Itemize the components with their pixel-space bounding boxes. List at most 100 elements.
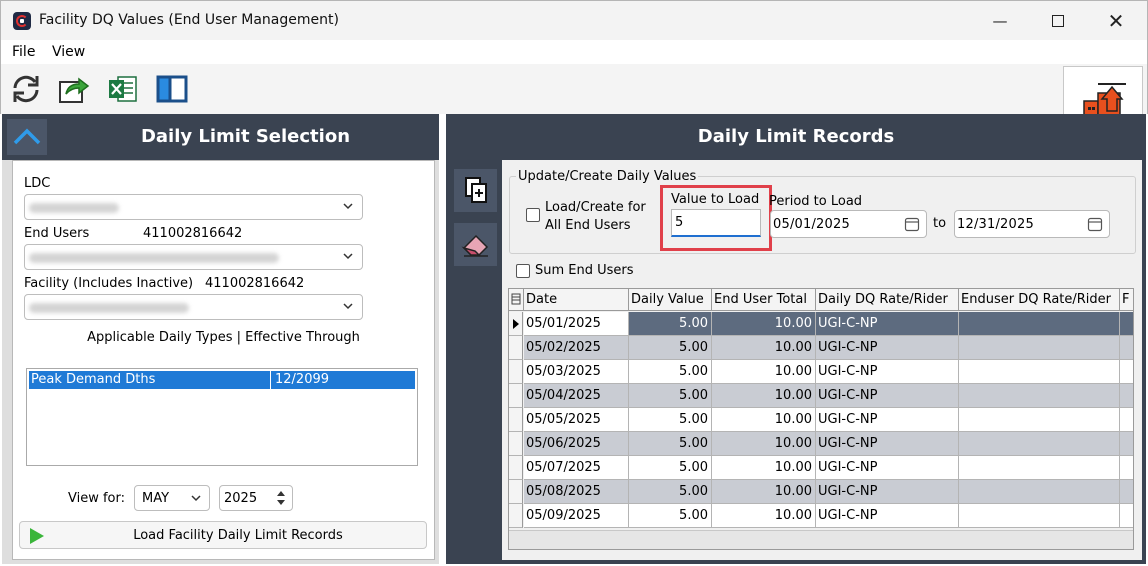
cell-end-user-total[interactable]: 10.00 <box>712 312 816 336</box>
month-select[interactable]: MAY <box>134 485 210 511</box>
cell-date[interactable]: 05/09/2025 <box>524 504 629 528</box>
cell-daily-value[interactable]: 5.00 <box>629 360 712 384</box>
cell-daily-value[interactable]: 5.00 <box>629 336 712 360</box>
table-row[interactable]: 05/02/2025 5.00 10.00 UGI-C-NP <box>509 336 1133 360</box>
period-to-input[interactable]: 12/31/2025 <box>954 210 1110 238</box>
table-row[interactable]: 05/07/2025 5.00 10.00 UGI-C-NP <box>509 456 1133 480</box>
cell-f[interactable] <box>1120 456 1133 480</box>
cell-daily-dq-rate[interactable]: UGI-C-NP <box>816 504 959 528</box>
export-button[interactable] <box>57 72 91 106</box>
table-row[interactable]: 05/06/2025 5.00 10.00 UGI-C-NP <box>509 432 1133 456</box>
year-spinner[interactable]: 2025 <box>219 485 293 511</box>
cell-date[interactable]: 05/06/2025 <box>524 432 629 456</box>
maximize-button[interactable] <box>1035 5 1081 37</box>
cell-f[interactable] <box>1120 312 1133 336</box>
column-header-daily-dq-rate[interactable]: Daily DQ Rate/Rider <box>816 289 959 311</box>
table-row[interactable]: 05/08/2025 5.00 10.00 UGI-C-NP <box>509 480 1133 504</box>
cell-daily-dq-rate[interactable]: UGI-C-NP <box>816 312 959 336</box>
cell-end-user-total[interactable]: 10.00 <box>712 504 816 528</box>
cell-date[interactable]: 05/02/2025 <box>524 336 629 360</box>
cell-daily-value[interactable]: 5.00 <box>629 480 712 504</box>
cell-f[interactable] <box>1120 336 1133 360</box>
cell-enduser-dq-rate[interactable] <box>959 312 1120 336</box>
cell-enduser-dq-rate[interactable] <box>959 504 1120 528</box>
cell-enduser-dq-rate[interactable] <box>959 336 1120 360</box>
end-users-select[interactable] <box>24 244 363 270</box>
table-row[interactable]: 05/09/2025 5.00 10.00 UGI-C-NP <box>509 504 1133 528</box>
load-records-button[interactable]: Load Facility Daily Limit Records <box>19 521 427 549</box>
cell-daily-dq-rate[interactable]: UGI-C-NP <box>816 480 959 504</box>
cell-enduser-dq-rate[interactable] <box>959 384 1120 408</box>
load-all-end-users-checkbox[interactable] <box>526 208 540 222</box>
cell-end-user-total[interactable]: 10.00 <box>712 336 816 360</box>
cell-f[interactable] <box>1120 432 1133 456</box>
cell-daily-value[interactable]: 5.00 <box>629 312 712 336</box>
cell-enduser-dq-rate[interactable] <box>959 360 1120 384</box>
cell-daily-value[interactable]: 5.00 <box>629 432 712 456</box>
cell-daily-dq-rate[interactable]: UGI-C-NP <box>816 384 959 408</box>
column-header-end-user-total[interactable]: End User Total <box>712 289 816 311</box>
cell-enduser-dq-rate[interactable] <box>959 408 1120 432</box>
cell-f[interactable] <box>1120 384 1133 408</box>
cell-f[interactable] <box>1120 408 1133 432</box>
cell-date[interactable]: 05/04/2025 <box>524 384 629 408</box>
cell-f[interactable] <box>1120 480 1133 504</box>
cell-enduser-dq-rate[interactable] <box>959 432 1120 456</box>
menu-file[interactable]: File <box>12 44 35 60</box>
sum-end-users-checkbox[interactable] <box>516 264 530 278</box>
cell-date[interactable]: 05/05/2025 <box>524 408 629 432</box>
cell-daily-dq-rate[interactable]: UGI-C-NP <box>816 456 959 480</box>
cell-end-user-total[interactable]: 10.00 <box>712 456 816 480</box>
row-indicator[interactable] <box>509 432 523 456</box>
spin-arrows-icon[interactable] <box>275 488 287 508</box>
refresh-button[interactable] <box>9 72 43 106</box>
cell-daily-value[interactable]: 5.00 <box>629 384 712 408</box>
column-header-enduser-dq-rate[interactable]: Enduser DQ Rate/Rider <box>959 289 1120 311</box>
facility-select[interactable] <box>24 294 363 320</box>
erase-button[interactable] <box>454 223 497 266</box>
cell-end-user-total[interactable]: 10.00 <box>712 480 816 504</box>
cell-daily-dq-rate[interactable]: UGI-C-NP <box>816 336 959 360</box>
daily-types-list[interactable]: Peak Demand Dths 12/2099 <box>26 368 418 466</box>
row-indicator[interactable] <box>509 480 523 504</box>
cell-date[interactable]: 05/01/2025 <box>524 312 629 336</box>
period-from-input[interactable]: 05/01/2025 <box>770 210 927 238</box>
list-item[interactable]: Peak Demand Dths 12/2099 <box>29 371 415 389</box>
cell-daily-dq-rate[interactable]: UGI-C-NP <box>816 360 959 384</box>
row-indicator[interactable] <box>509 408 523 432</box>
cell-f[interactable] <box>1120 360 1133 384</box>
value-to-load-input[interactable]: 5 <box>671 209 761 237</box>
row-indicator[interactable] <box>509 312 523 336</box>
column-header-daily-value[interactable]: Daily Value <box>629 289 712 311</box>
row-indicator[interactable] <box>509 360 523 384</box>
cell-date[interactable]: 05/03/2025 <box>524 360 629 384</box>
close-button[interactable]: ✕ <box>1093 5 1139 37</box>
grid-corner[interactable] <box>509 289 524 311</box>
excel-export-button[interactable] <box>106 72 140 106</box>
copy-records-button[interactable] <box>454 169 497 212</box>
collapse-panel-button[interactable] <box>7 119 47 155</box>
cell-daily-value[interactable]: 5.00 <box>629 504 712 528</box>
row-indicator[interactable] <box>509 384 523 408</box>
row-indicator[interactable] <box>509 504 523 528</box>
column-header-f[interactable]: F <box>1120 289 1133 311</box>
cell-f[interactable] <box>1120 504 1133 528</box>
horizontal-scrollbar[interactable] <box>509 530 1133 549</box>
cell-end-user-total[interactable]: 10.00 <box>712 384 816 408</box>
cell-enduser-dq-rate[interactable] <box>959 456 1120 480</box>
calendar-icon[interactable] <box>904 216 920 232</box>
cell-enduser-dq-rate[interactable] <box>959 480 1120 504</box>
table-row[interactable]: 05/05/2025 5.00 10.00 UGI-C-NP <box>509 408 1133 432</box>
cell-date[interactable]: 05/07/2025 <box>524 456 629 480</box>
table-row[interactable]: 05/01/2025 5.00 10.00 UGI-C-NP <box>509 312 1133 336</box>
cell-daily-value[interactable]: 5.00 <box>629 408 712 432</box>
row-indicator[interactable] <box>509 336 523 360</box>
cell-date[interactable]: 05/08/2025 <box>524 480 629 504</box>
calendar-icon[interactable] <box>1087 216 1103 232</box>
cell-end-user-total[interactable]: 10.00 <box>712 408 816 432</box>
layout-button[interactable] <box>155 72 189 106</box>
menu-view[interactable]: View <box>52 44 85 60</box>
daily-records-grid[interactable]: Date Daily Value End User Total Daily DQ… <box>508 288 1134 550</box>
cell-end-user-total[interactable]: 10.00 <box>712 432 816 456</box>
cell-end-user-total[interactable]: 10.00 <box>712 360 816 384</box>
